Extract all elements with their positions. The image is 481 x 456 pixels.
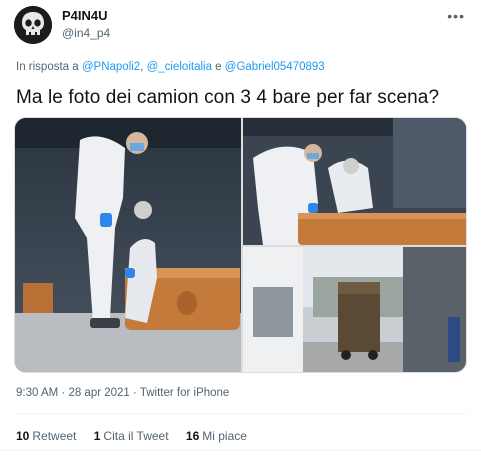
author-handle[interactable]: @in4_p4 <box>62 26 110 40</box>
media-grid <box>14 117 467 373</box>
stat-number: 16 <box>185 429 200 443</box>
author-display-name[interactable]: P4IN4U <box>62 8 108 23</box>
more-icon[interactable]: ••• <box>447 8 465 24</box>
reply-separator: e <box>211 61 225 73</box>
stat-label: Mi piace <box>202 429 247 443</box>
meta-separator: · <box>58 387 69 399</box>
reply-context: In risposta a @PNapoli2, @_cieloitalia e… <box>16 61 325 73</box>
tweet-date[interactable]: 28 apr 2021 <box>68 387 129 399</box>
divider <box>14 413 467 414</box>
stat-label: Retweet <box>32 429 77 443</box>
tweet-time[interactable]: 9:30 AM <box>16 387 58 399</box>
divider <box>0 450 481 451</box>
tweet-text: Ma le foto dei camion con 3 4 bare per f… <box>16 87 440 108</box>
tweet-card: P4IN4U @in4_p4 ••• In risposta a @PNapol… <box>0 0 481 456</box>
photo-workers-with-coffin[interactable] <box>15 118 241 372</box>
meta-separator: · <box>129 387 140 399</box>
engagement-stats: 10 Retweet 1 Cita il Tweet 16 Mi piace <box>16 429 261 443</box>
skull-avatar-icon[interactable] <box>14 6 52 44</box>
photo-truck-loading-yard[interactable] <box>243 247 466 372</box>
stat-number: 1 <box>93 429 101 443</box>
reply-prefix: In risposta a <box>16 61 79 73</box>
tweet-source[interactable]: Twitter for iPhone <box>140 387 229 399</box>
mention-link[interactable]: @PNapoli2 <box>82 61 140 73</box>
stat-number: 10 <box>16 429 30 443</box>
quote-tweet-count[interactable]: 1 Cita il Tweet <box>94 429 169 443</box>
tweet-meta: 9:30 AM · 28 apr 2021 · Twitter for iPho… <box>16 387 229 399</box>
mention-link[interactable]: @Gabriel05470893 <box>225 61 325 73</box>
retweet-count[interactable]: 10 Retweet <box>16 429 76 443</box>
like-count[interactable]: 16 Mi piace <box>186 429 247 443</box>
stat-label: Cita il Tweet <box>103 429 169 443</box>
photo-workers-closeup[interactable] <box>243 118 466 245</box>
mention-link[interactable]: @_cieloitalia <box>147 61 212 73</box>
